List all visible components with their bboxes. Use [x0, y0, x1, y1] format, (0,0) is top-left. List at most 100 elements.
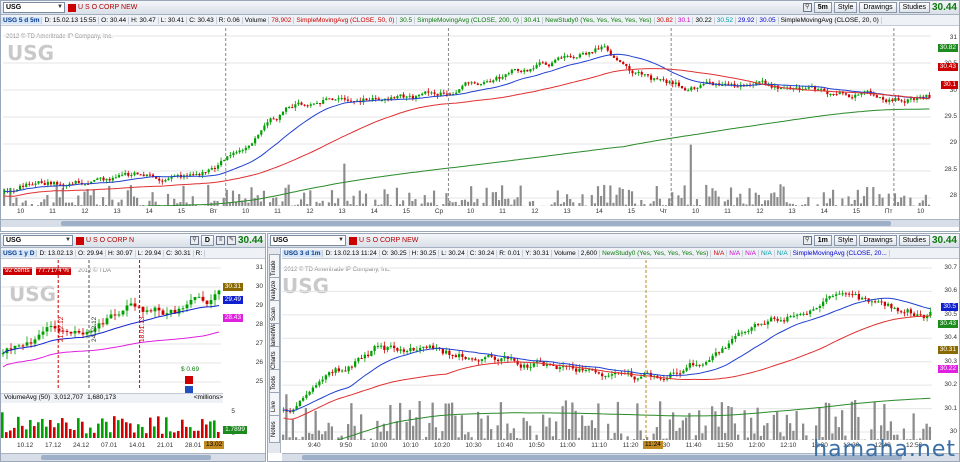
volume-bar — [141, 426, 144, 438]
symbol-input[interactable]: USG ▼ — [3, 2, 65, 13]
top-price-chart[interactable] — [3, 28, 931, 206]
volume-bar — [704, 425, 707, 440]
candle-body — [298, 400, 302, 407]
candle-body — [493, 356, 497, 360]
candle-body — [550, 62, 554, 67]
axis-tick-label: 11 — [274, 208, 281, 215]
volume-bar — [767, 200, 770, 206]
volume-bar — [398, 204, 402, 206]
volume-bar — [822, 192, 825, 206]
volume-bar — [662, 438, 665, 440]
candle-body — [396, 96, 399, 99]
volume-bar — [658, 198, 661, 206]
candle-body — [891, 99, 894, 101]
intraday-studies-button[interactable]: Studies — [898, 235, 930, 246]
candle-body — [504, 74, 507, 78]
candle-body — [847, 293, 851, 295]
candle-body — [835, 94, 838, 96]
candle-body — [805, 313, 809, 315]
axis-tick-label: Чт — [659, 208, 668, 215]
candle-body — [795, 314, 799, 316]
candle-body — [704, 362, 708, 365]
link-icon[interactable]: ⚲ — [189, 236, 199, 245]
link-icon[interactable]: ⚲ — [802, 3, 812, 12]
volume-bar — [308, 432, 311, 440]
candle-body — [1, 353, 5, 355]
volume-bar — [620, 433, 623, 440]
drawings-button[interactable]: Drawings — [859, 2, 897, 13]
style-button[interactable]: Style — [833, 2, 858, 13]
studies-button[interactable]: Studies — [898, 2, 930, 13]
volume-bar — [105, 421, 108, 438]
candle-body — [374, 98, 377, 100]
axis-tick-label: 12:10 — [780, 442, 797, 449]
candle-body — [93, 180, 96, 182]
volume-bar — [272, 197, 275, 206]
volume-bar — [217, 431, 220, 438]
volume-bar — [470, 437, 473, 440]
candle-body — [229, 155, 232, 157]
volume-bar — [85, 433, 88, 438]
volume-bar — [912, 205, 915, 206]
intraday-period-button[interactable]: 1m — [813, 235, 832, 246]
daily-period-button[interactable]: D — [200, 235, 214, 246]
volume-bar — [24, 200, 27, 206]
volume-bar — [832, 189, 835, 206]
top-scrollbar[interactable] — [1, 219, 959, 227]
volume-bar — [750, 417, 753, 440]
chevron-down-icon[interactable]: ▼ — [65, 236, 72, 245]
period-button[interactable]: 5m — [813, 2, 832, 13]
drawings-icon[interactable]: ✎ — [226, 236, 236, 245]
daily-price-axis: 31 30 29 28 27 26 25 — [221, 260, 265, 390]
intraday-tag-low: 30.22 — [937, 365, 958, 373]
candle-body — [636, 378, 640, 380]
volume-bar — [386, 193, 389, 206]
volume-bar — [782, 186, 785, 206]
volume-bar — [30, 203, 34, 206]
volume-bar — [553, 202, 556, 206]
volume-bar — [426, 202, 429, 206]
candle-body — [841, 293, 844, 295]
volume-bar — [499, 402, 503, 440]
earnings-icon[interactable] — [185, 376, 193, 384]
intraday-style-button[interactable]: Style — [833, 235, 858, 246]
volume-bar — [428, 422, 431, 440]
volume-bar — [69, 428, 72, 438]
volume-bar — [903, 195, 906, 206]
candle-body — [880, 301, 883, 303]
volume-bar — [74, 204, 77, 206]
volume-bar — [431, 402, 434, 440]
volume-bar — [872, 187, 875, 206]
volume-bar — [748, 188, 751, 206]
volume-bar — [661, 205, 665, 206]
volume-bar — [606, 202, 609, 206]
style-icon[interactable]: ≡ — [215, 236, 225, 245]
axis-tick-label: 30.2 — [944, 381, 957, 389]
chevron-down-icon[interactable]: ▼ — [338, 236, 345, 245]
daily-scrollbar[interactable] — [1, 453, 265, 461]
chevron-down-icon[interactable]: ▼ — [57, 3, 64, 12]
link-icon[interactable]: ⚲ — [802, 236, 812, 245]
candle-body — [885, 99, 888, 102]
volume-bar — [284, 187, 287, 206]
candle-body — [711, 355, 714, 361]
volume-bar — [333, 203, 337, 206]
intraday-symbol-input[interactable]: USG ▼ — [270, 235, 346, 246]
candle-body — [909, 98, 912, 100]
volume-bar — [476, 198, 479, 206]
candle-body — [758, 81, 761, 83]
volume-bar — [593, 203, 596, 206]
intraday-drawings-button[interactable]: Drawings — [859, 235, 897, 246]
candle-body — [878, 97, 882, 99]
intraday-price-chart[interactable] — [282, 260, 932, 440]
volume-bar — [463, 199, 467, 206]
side-tab[interactable]: Notes — [269, 415, 280, 443]
volume-bar — [392, 438, 395, 440]
daily-symbol-input[interactable]: USG ▼ — [3, 235, 73, 246]
volume-bar — [633, 439, 636, 440]
volume-bar — [293, 205, 296, 206]
volume-bar — [460, 200, 463, 206]
axis-tick-label: 12:00 — [748, 442, 765, 449]
volume-bar — [519, 185, 522, 206]
daily-volume-chart[interactable] — [1, 404, 221, 440]
